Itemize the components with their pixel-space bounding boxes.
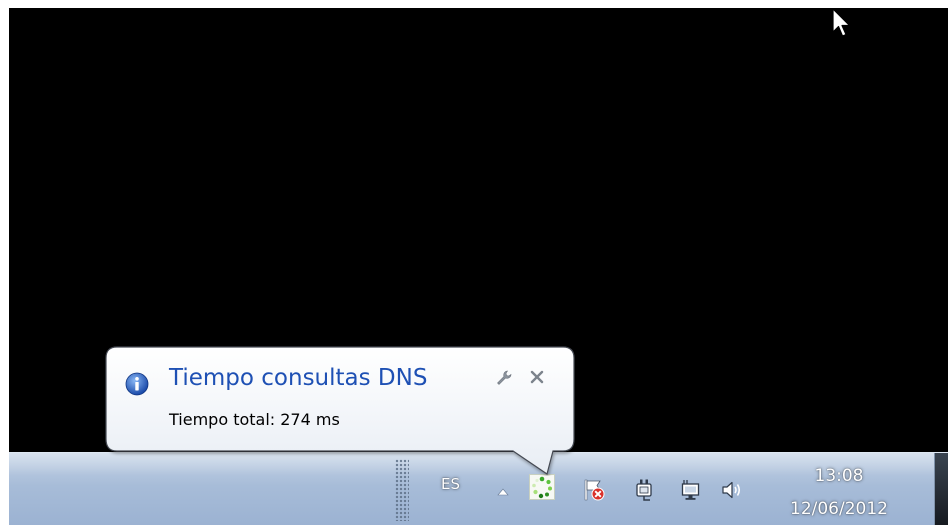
network-icon[interactable]: [681, 478, 705, 502]
notification-balloon[interactable]: Tiempo consultas DNS Tiempo total: 274 m…: [105, 346, 575, 475]
close-icon[interactable]: [528, 368, 546, 386]
action-center-flag-icon[interactable]: [582, 478, 606, 502]
power-plug-icon[interactable]: [633, 478, 657, 502]
show-hidden-icons-icon[interactable]: [497, 487, 509, 497]
clock-time: 13:08: [814, 466, 864, 486]
info-icon: [125, 372, 149, 396]
wrench-options-icon[interactable]: [495, 369, 513, 387]
screen: ES 13:08 12/06/2012 Tiempo consultas DNS…: [0, 0, 948, 525]
show-desktop-button[interactable]: [934, 453, 948, 525]
clock[interactable]: 13:08 12/06/2012: [779, 465, 899, 521]
mouse-pointer-icon: [832, 8, 851, 37]
volume-icon[interactable]: [720, 478, 744, 502]
balloon-text: Tiempo total: 274 ms: [169, 410, 340, 429]
dns-monitor-icon[interactable]: [529, 474, 555, 500]
clock-date: 12/06/2012: [790, 499, 888, 519]
language-indicator[interactable]: ES: [441, 475, 460, 493]
balloon-title: Tiempo consultas DNS: [169, 365, 428, 391]
